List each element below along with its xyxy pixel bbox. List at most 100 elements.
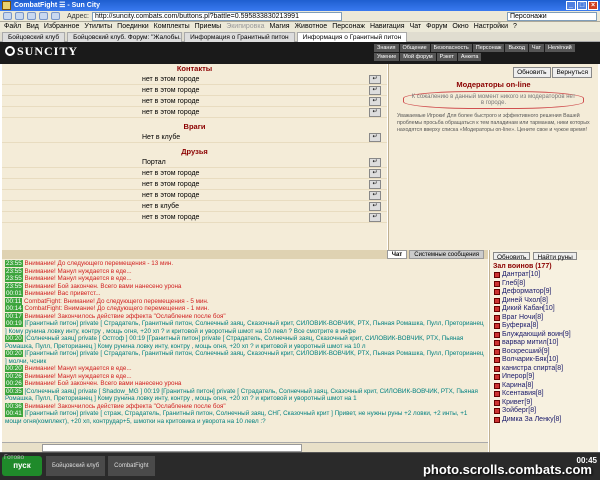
menu-item[interactable]: Вид bbox=[26, 22, 39, 32]
menu-item[interactable]: Навигация bbox=[370, 22, 405, 32]
tab-chat[interactable]: Чат bbox=[386, 250, 408, 259]
player-name[interactable]: Димка За Ленку[8] bbox=[502, 416, 561, 425]
find-runes-button[interactable]: Найти руны bbox=[533, 252, 577, 261]
return-arrow-icon[interactable]: ↵ bbox=[369, 97, 381, 106]
player-name[interactable]: варвар митил[10] bbox=[502, 339, 558, 348]
menu-item[interactable]: Чат bbox=[410, 22, 422, 32]
suncity-nav-item[interactable]: Умение bbox=[374, 53, 400, 61]
menu-item[interactable]: Избранное bbox=[44, 22, 79, 32]
menu-item[interactable]: Форум bbox=[426, 22, 447, 32]
browser-tab[interactable]: Информация о Гранитный питон bbox=[296, 32, 408, 42]
return-arrow-icon[interactable]: ↵ bbox=[369, 133, 381, 142]
player-item[interactable]: Глеб[8] bbox=[494, 280, 598, 289]
chat-time[interactable]: 00:19 bbox=[5, 320, 23, 327]
menu-item[interactable]: ? bbox=[513, 22, 517, 32]
suncity-nav-item[interactable]: Анкета bbox=[457, 53, 482, 61]
player-name[interactable]: Иперор[9] bbox=[502, 373, 534, 382]
chat-input[interactable] bbox=[42, 444, 302, 452]
chat-time[interactable]: 00:41 bbox=[5, 410, 23, 417]
player-name[interactable]: Блуждающий воин[9] bbox=[502, 331, 571, 340]
player-name[interactable]: Кривет[9] bbox=[502, 399, 532, 408]
browser-tab[interactable]: Бойцовский клуб bbox=[2, 32, 66, 42]
tab-system[interactable]: Системные сообщения bbox=[409, 250, 484, 259]
chat-time[interactable]: 00:35 bbox=[5, 387, 23, 395]
return-arrow-icon[interactable]: ↵ bbox=[369, 108, 381, 117]
forward-icon[interactable] bbox=[15, 12, 24, 20]
player-item[interactable]: Дантрат[10] bbox=[494, 271, 598, 280]
player-name[interactable]: Дантрат[10] bbox=[502, 271, 540, 280]
taskbar-item[interactable]: Бойцовский клуб bbox=[46, 456, 106, 476]
player-item[interactable]: Буферка[8] bbox=[494, 322, 598, 331]
menu-item[interactable]: Настройки bbox=[474, 22, 508, 32]
return-arrow-icon[interactable]: ↵ bbox=[369, 202, 381, 211]
player-name[interactable]: Диней Чхол[8] bbox=[502, 297, 548, 306]
suncity-nav-item[interactable]: Персонаж bbox=[472, 44, 505, 52]
player-name[interactable]: Волчарик-Бяк[10] bbox=[502, 356, 558, 365]
taskbar-item[interactable]: CombatFight bbox=[108, 456, 155, 476]
refresh-icon[interactable] bbox=[39, 12, 48, 20]
suncity-nav-item[interactable]: Выход bbox=[505, 44, 528, 52]
player-item[interactable]: Волчарик-Бяк[10] bbox=[494, 356, 598, 365]
player-item[interactable]: Иперор[9] bbox=[494, 373, 598, 382]
players-refresh-button[interactable]: Обновить bbox=[493, 252, 531, 261]
player-name[interactable]: Дикий Кабан[10] bbox=[502, 305, 555, 314]
chat-time[interactable]: 00:14 bbox=[5, 305, 23, 312]
minimize-button[interactable]: _ bbox=[566, 1, 576, 10]
player-item[interactable]: Ксентавия[8] bbox=[494, 390, 598, 399]
chat-time[interactable]: 23:55 bbox=[5, 267, 23, 275]
refresh-button[interactable]: Обновить bbox=[513, 67, 551, 78]
return-arrow-icon[interactable]: ↵ bbox=[369, 75, 381, 84]
player-item[interactable]: канистра спирта[8] bbox=[494, 365, 598, 374]
player-item[interactable]: Враг Ночи[8] bbox=[494, 314, 598, 323]
menu-item[interactable]: Магия bbox=[270, 22, 290, 32]
chat-time[interactable]: 00:20 bbox=[5, 365, 23, 372]
suncity-nav-item[interactable]: Безопасность bbox=[430, 44, 472, 52]
player-name[interactable]: канистра спирта[8] bbox=[502, 365, 563, 374]
address-field[interactable]: http://suncity.combats.com/buttons.pl?ba… bbox=[91, 11, 342, 21]
menu-item[interactable]: Файл bbox=[4, 22, 21, 32]
chat-time[interactable]: 00:26 bbox=[5, 380, 23, 387]
return-arrow-icon[interactable]: ↵ bbox=[369, 191, 381, 200]
player-item[interactable]: Дикий Кабан[10] bbox=[494, 305, 598, 314]
menu-item[interactable]: Животное bbox=[295, 22, 328, 32]
stop-icon[interactable] bbox=[27, 12, 36, 20]
suncity-nav-item[interactable]: Чат bbox=[528, 44, 545, 52]
player-name[interactable]: Глеб[8] bbox=[502, 280, 525, 289]
menu-item[interactable]: Окно bbox=[452, 22, 468, 32]
chat-time[interactable]: 00:01 bbox=[5, 290, 23, 297]
menu-item[interactable]: Экипировка bbox=[226, 22, 264, 32]
menu-item[interactable]: Утилиты bbox=[84, 22, 112, 32]
player-name[interactable]: Ксентавия[8] bbox=[502, 390, 544, 399]
player-name[interactable]: Враг Ночи[8] bbox=[502, 314, 543, 323]
chat-time[interactable]: 00:26 bbox=[5, 372, 23, 380]
suncity-nav-item[interactable]: Знания bbox=[374, 44, 399, 52]
return-arrow-icon[interactable]: ↵ bbox=[369, 180, 381, 189]
chat-time[interactable]: 00:36 bbox=[5, 402, 23, 410]
browser-tab[interactable]: Информация о Гранитный питон bbox=[184, 32, 295, 42]
suncity-nav-item[interactable]: Общение bbox=[399, 44, 430, 52]
player-name[interactable]: Деформатор[9] bbox=[502, 288, 551, 297]
chat-time[interactable]: 00:17 bbox=[5, 312, 23, 320]
chat-time[interactable]: 00:20 bbox=[5, 350, 23, 357]
chat-time[interactable]: 23:55 bbox=[5, 282, 23, 290]
player-item[interactable]: Воскресший[9] bbox=[494, 348, 598, 357]
suncity-nav-item[interactable]: Нелёгкий bbox=[545, 44, 575, 52]
menu-item[interactable]: Приемы bbox=[195, 22, 222, 32]
return-arrow-icon[interactable]: ↵ bbox=[369, 86, 381, 95]
player-item[interactable]: Димка За Ленку[8] bbox=[494, 416, 598, 425]
maximize-button[interactable]: □ bbox=[577, 1, 587, 10]
menu-item[interactable]: Комплекты bbox=[154, 22, 190, 32]
suncity-nav-item[interactable]: Мой форум bbox=[400, 53, 436, 61]
menu-item[interactable]: Персонаж bbox=[332, 22, 365, 32]
player-item[interactable]: Карина[8] bbox=[494, 382, 598, 391]
chat-time[interactable]: 00:20 bbox=[5, 335, 23, 342]
return-arrow-icon[interactable]: ↵ bbox=[369, 213, 381, 222]
home-icon[interactable] bbox=[51, 12, 60, 20]
player-item[interactable]: Блуждающий воин[9] bbox=[494, 331, 598, 340]
player-item[interactable]: Деформатор[9] bbox=[494, 288, 598, 297]
menu-item[interactable]: Поединки bbox=[117, 22, 149, 32]
player-item[interactable]: Зойберг[8] bbox=[494, 407, 598, 416]
player-name[interactable]: Зойберг[8] bbox=[502, 407, 536, 416]
browser-tab[interactable]: Бойцовский клуб. Форум: "Жалобы... bbox=[67, 32, 183, 42]
close-button[interactable]: × bbox=[588, 1, 598, 10]
